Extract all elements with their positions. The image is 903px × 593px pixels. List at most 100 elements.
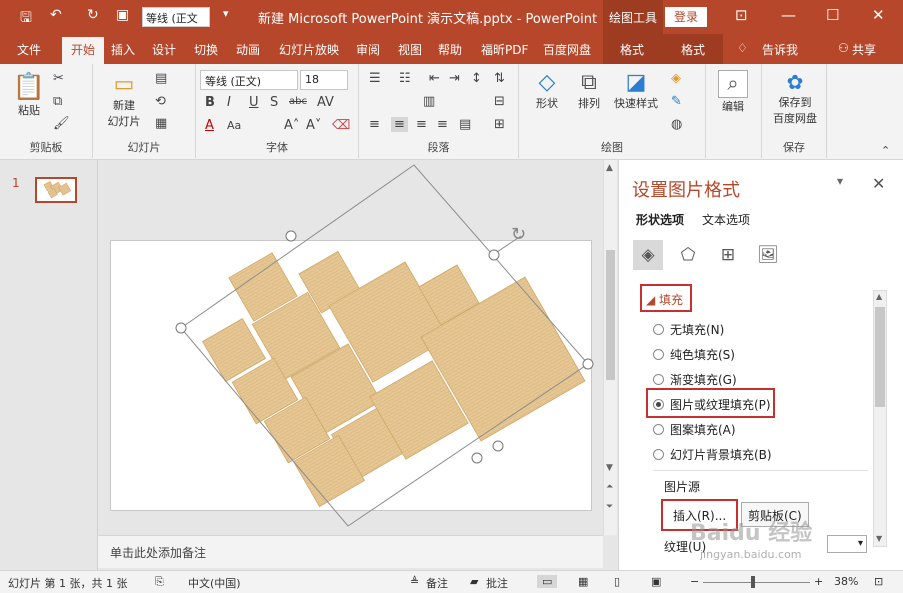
language[interactable]: 中文(中国) bbox=[188, 575, 241, 591]
tab-design[interactable]: 设计 bbox=[152, 41, 176, 58]
strikethrough-icon[interactable]: abc bbox=[289, 96, 307, 107]
clear-format-icon[interactable]: ⌫ bbox=[332, 118, 350, 133]
size-properties-icon[interactable]: ⊞ bbox=[713, 240, 743, 270]
fill-section-header[interactable]: ◢ 填充 bbox=[640, 284, 692, 312]
font-name-combo[interactable]: 等线 (正文) bbox=[200, 70, 298, 90]
start-from-beginning-icon[interactable]: ▣ bbox=[116, 7, 129, 23]
paste-button[interactable]: 📋 粘贴 bbox=[12, 72, 46, 118]
resize-handle[interactable] bbox=[175, 322, 187, 334]
text-direction-icon[interactable]: ⇅ bbox=[494, 71, 505, 86]
shape-outline-icon[interactable]: ✎ bbox=[671, 94, 682, 109]
slide-vertical-scrollbar[interactable]: ▲ ▼ ⏶ ⏷ bbox=[603, 160, 617, 535]
pane-scroll-down-icon[interactable]: ▼ bbox=[876, 534, 882, 543]
bullets-icon[interactable]: ☰ bbox=[369, 71, 381, 86]
tab-slideshow[interactable]: 幻灯片放映 bbox=[279, 41, 339, 58]
rotate-handle-icon[interactable]: ↻ bbox=[511, 224, 526, 245]
cut-icon[interactable]: ✂ bbox=[53, 71, 64, 86]
fit-to-window-icon[interactable]: ⊡ bbox=[874, 575, 883, 588]
maximize-icon[interactable]: ☐ bbox=[826, 6, 839, 24]
line-spacing-icon[interactable]: ↕ bbox=[471, 71, 482, 86]
notes-icon[interactable]: ≜ bbox=[410, 575, 419, 588]
reset-icon[interactable]: ⟲ bbox=[155, 94, 166, 109]
zoom-slider[interactable] bbox=[703, 582, 810, 583]
font-color-icon[interactable]: A bbox=[205, 118, 214, 133]
tab-view[interactable]: 视图 bbox=[398, 41, 422, 58]
pane-scroll-thumb[interactable] bbox=[875, 307, 885, 407]
comments-icon[interactable]: ▰ bbox=[470, 575, 478, 588]
login-button[interactable]: 登录 bbox=[665, 7, 707, 27]
radio-no-fill[interactable]: 无填充(N) bbox=[653, 321, 724, 338]
tab-insert[interactable]: 插入 bbox=[111, 41, 135, 58]
notes-button[interactable]: 备注 bbox=[426, 575, 448, 591]
font-size-combo[interactable]: 18 bbox=[300, 70, 348, 90]
decrease-indent-icon[interactable]: ⇤ bbox=[429, 71, 440, 86]
format-painter-icon[interactable]: 🖌 bbox=[53, 116, 70, 131]
radio-picture-texture-fill[interactable]: 图片或纹理填充(P) bbox=[653, 396, 771, 413]
resize-handle[interactable] bbox=[488, 249, 500, 261]
tell-me-search[interactable]: 告诉我 bbox=[762, 41, 798, 58]
tab-format-drawing[interactable]: 格式 bbox=[620, 41, 644, 58]
scroll-thumb[interactable] bbox=[606, 250, 615, 380]
smartart-icon[interactable]: ⊞ bbox=[494, 117, 505, 132]
scroll-down-icon[interactable]: ▼ bbox=[606, 463, 613, 473]
align-text-icon[interactable]: ⊟ bbox=[494, 94, 505, 109]
tab-home[interactable]: 开始 bbox=[62, 37, 105, 64]
bold-icon[interactable]: B bbox=[205, 95, 215, 110]
pane-options-icon[interactable]: ▾ bbox=[837, 174, 843, 188]
align-center-icon[interactable]: ≡ bbox=[391, 117, 408, 132]
notes-pane[interactable]: 单击此处添加备注 bbox=[98, 535, 603, 568]
align-right-icon[interactable]: ≡ bbox=[416, 117, 427, 132]
resize-handle[interactable] bbox=[582, 358, 594, 370]
comments-button[interactable]: 批注 bbox=[486, 575, 508, 591]
reading-view-icon[interactable]: ▯ bbox=[614, 575, 620, 588]
shape-fill-icon[interactable]: ◈ bbox=[671, 71, 681, 86]
next-slide-icon[interactable]: ⏷ bbox=[606, 502, 613, 512]
quick-styles-button[interactable]: ◪ 快速样式 bbox=[609, 70, 663, 111]
spellcheck-icon[interactable]: ⎘ bbox=[155, 575, 164, 589]
zoom-in-icon[interactable]: + bbox=[814, 575, 823, 588]
pane-scroll-up-icon[interactable]: ▲ bbox=[876, 292, 882, 301]
resize-handle[interactable] bbox=[285, 230, 297, 242]
slide-thumbnail[interactable] bbox=[35, 177, 77, 203]
section-icon[interactable]: ▦ bbox=[155, 116, 167, 131]
undo-icon[interactable]: ↶ bbox=[50, 7, 62, 23]
slide-sorter-icon[interactable]: ▦ bbox=[578, 575, 588, 588]
justify-icon[interactable]: ≡ bbox=[437, 117, 448, 132]
prev-slide-icon[interactable]: ⏶ bbox=[606, 482, 613, 492]
char-spacing-icon[interactable]: AV bbox=[317, 95, 334, 110]
grow-font-icon[interactable]: A˄ bbox=[284, 118, 299, 133]
normal-view-icon[interactable]: ▭ bbox=[537, 575, 558, 588]
radio-solid-fill[interactable]: 纯色填充(S) bbox=[653, 346, 735, 363]
tab-review[interactable]: 审阅 bbox=[356, 41, 380, 58]
shrink-font-icon[interactable]: A˅ bbox=[306, 118, 321, 133]
new-slide-button[interactable]: ▭ 新建 幻灯片 bbox=[101, 72, 147, 129]
tab-format-picture[interactable]: 格式 bbox=[681, 41, 705, 58]
close-icon[interactable]: ✕ bbox=[872, 6, 885, 24]
zoom-slider-knob[interactable] bbox=[751, 576, 755, 588]
change-case-icon[interactable]: Aa bbox=[227, 119, 241, 132]
distribute-icon[interactable]: ▤ bbox=[459, 117, 471, 132]
fill-line-icon[interactable]: ◈ bbox=[633, 240, 663, 270]
save-to-baidu-button[interactable]: ✿ 保存到 百度网盘 bbox=[768, 70, 822, 126]
align-left-icon[interactable]: ≡ bbox=[369, 117, 380, 132]
tab-baidu-netdisk[interactable]: 百度网盘 bbox=[543, 41, 591, 58]
shape-effects-icon[interactable]: ◍ bbox=[671, 117, 682, 132]
collapse-ribbon-icon[interactable]: ⌃ bbox=[881, 144, 890, 157]
scroll-up-icon[interactable]: ▲ bbox=[606, 163, 613, 173]
columns-icon[interactable]: ▥ bbox=[423, 94, 435, 109]
slideshow-icon[interactable]: ▣ bbox=[651, 575, 661, 588]
tab-text-options[interactable]: 文本选项 bbox=[702, 211, 750, 228]
edit-button[interactable]: ⌕ 编辑 bbox=[716, 70, 750, 114]
tab-foxit-pdf[interactable]: 福昕PDF bbox=[481, 41, 528, 58]
pane-close-icon[interactable]: ✕ bbox=[872, 174, 885, 193]
ribbon-display-icon[interactable]: ⊡ bbox=[735, 6, 748, 24]
texture-dropdown[interactable]: ▾ bbox=[827, 535, 867, 553]
zoom-level[interactable]: 38% bbox=[834, 575, 858, 588]
tab-help[interactable]: 帮助 bbox=[438, 41, 462, 58]
resize-handle[interactable] bbox=[492, 440, 504, 452]
minimize-icon[interactable]: — bbox=[781, 6, 796, 24]
notes-placeholder[interactable]: 单击此处添加备注 bbox=[110, 544, 206, 561]
radio-slide-background-fill[interactable]: 幻灯片背景填充(B) bbox=[653, 446, 772, 463]
pane-scrollbar[interactable]: ▲ ▼ bbox=[873, 290, 887, 547]
qat-font-combo[interactable]: 等线 (正文 bbox=[142, 7, 210, 27]
